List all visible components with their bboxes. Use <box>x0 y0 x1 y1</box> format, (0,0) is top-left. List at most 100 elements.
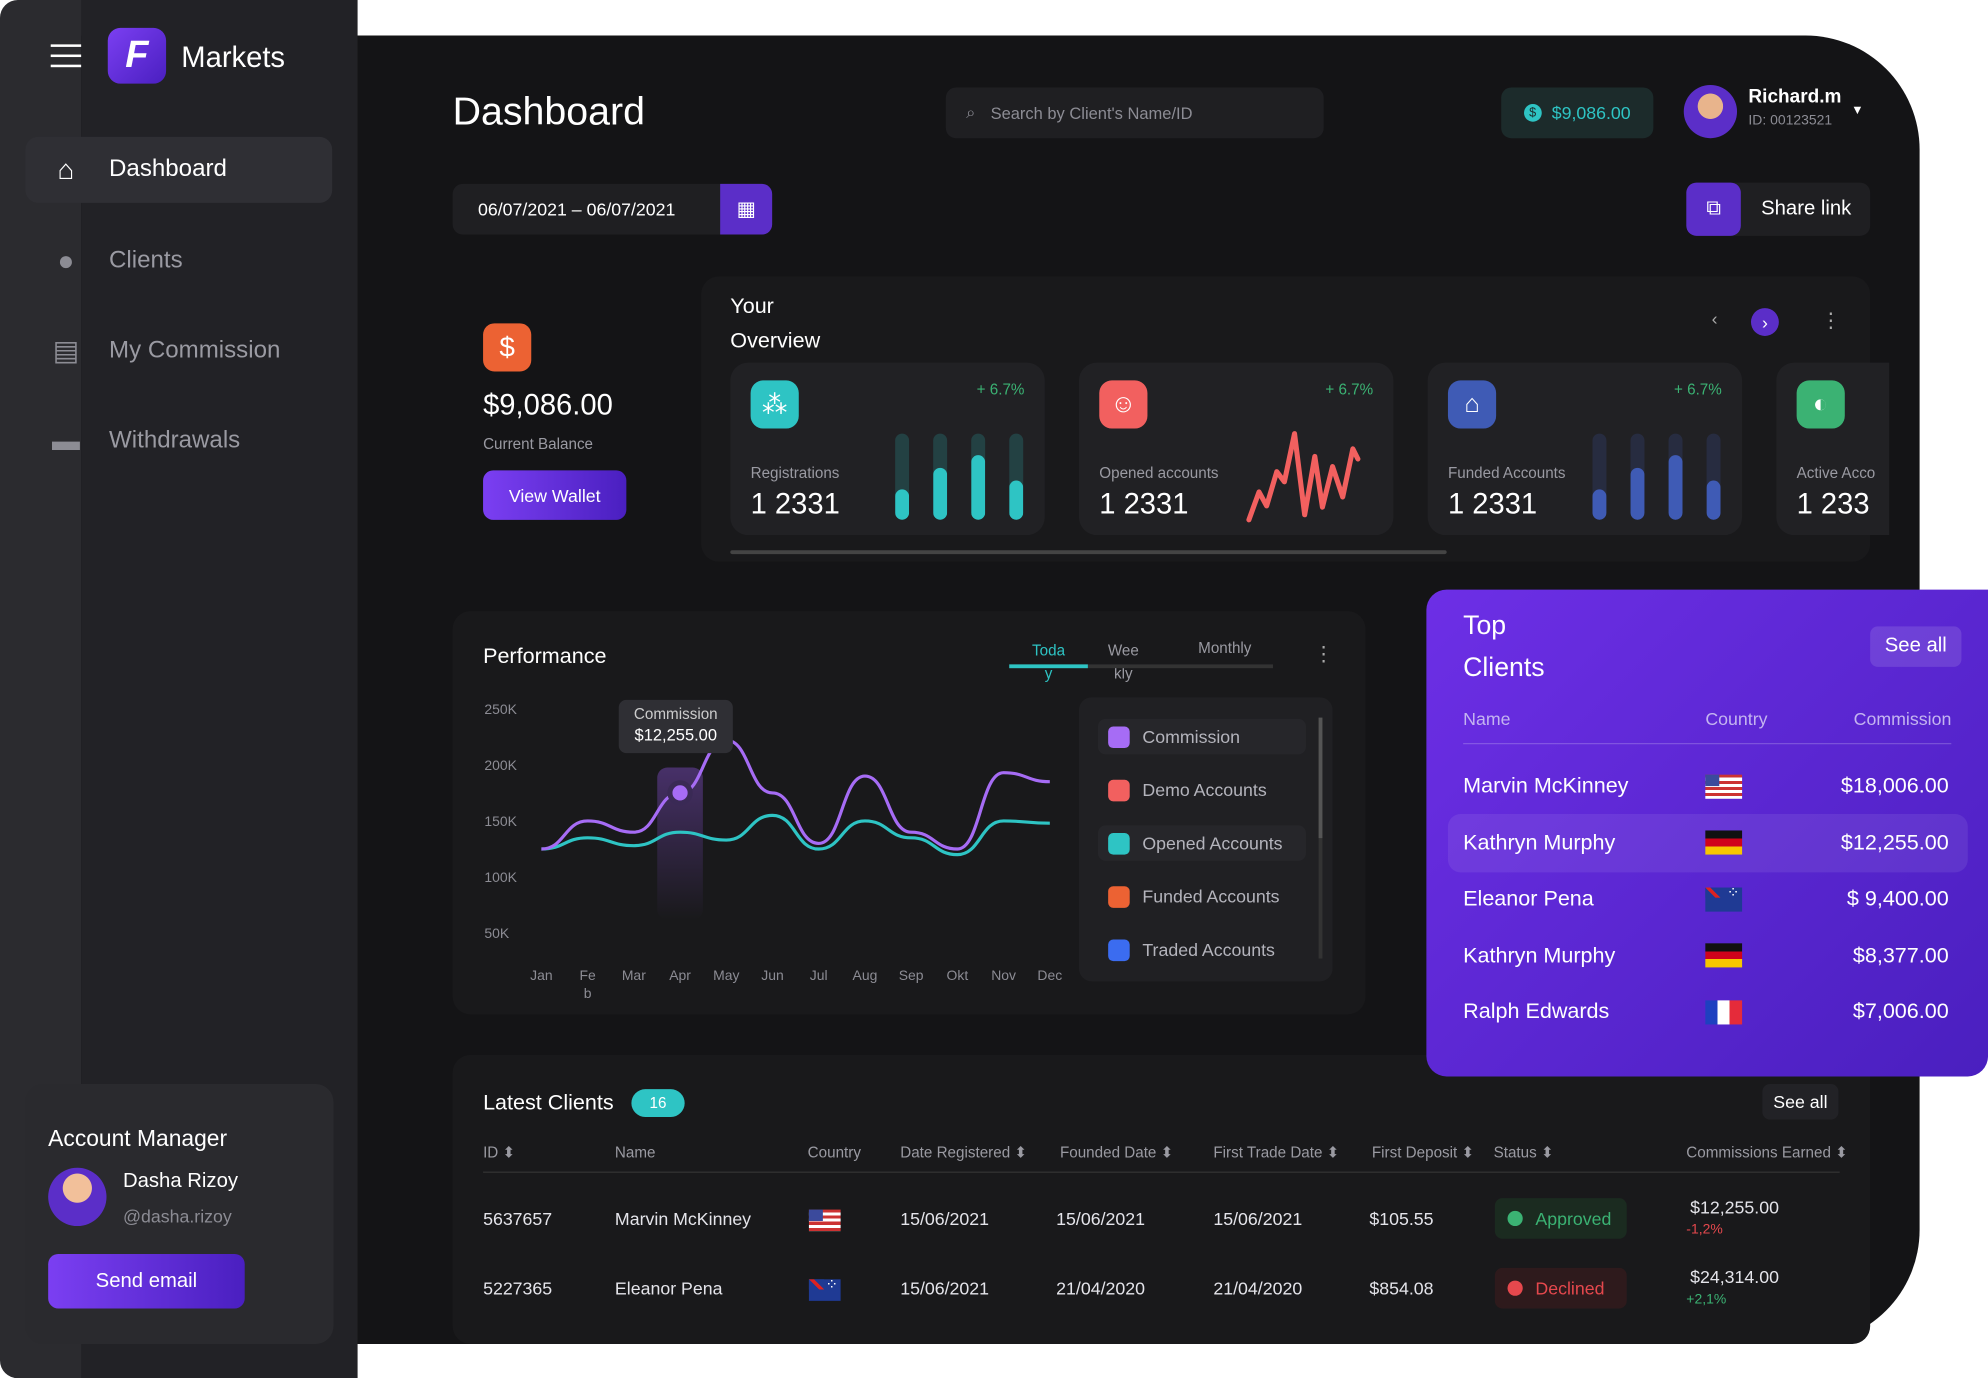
latest-clients-title: Latest Clients <box>483 1090 614 1115</box>
tab-monthly[interactable]: Monthly <box>1179 639 1270 657</box>
legend-item[interactable]: Opened Accounts <box>1098 825 1306 861</box>
legend-item[interactable]: Funded Accounts <box>1098 879 1306 915</box>
x-tick-label: Nov <box>991 967 1016 983</box>
cell-first_trade: 21/04/2020 <box>1213 1278 1303 1299</box>
y-tick-label: 100K <box>484 869 517 885</box>
see-all-button[interactable]: See all <box>1762 1084 1839 1120</box>
legend-item[interactable]: Demo Accounts <box>1098 772 1306 808</box>
tab-today[interactable]: Toda y <box>1009 639 1088 683</box>
overview-card-active-accounts[interactable]: ◐ Active Acco 1 233 <box>1776 362 1890 536</box>
top-clients-see-all-button[interactable]: See all <box>1870 626 1962 667</box>
legend-swatch <box>1108 832 1130 854</box>
cell-first_trade: 15/06/2021 <box>1213 1208 1303 1229</box>
overview-card-registrations[interactable]: ⁂ + 6.7% Registrations 1 2331 <box>730 362 1045 536</box>
top-clients-title-2: Clients <box>1463 652 1545 683</box>
account-manager-card: Account Manager Dasha Rizoy @dasha.rizoy… <box>25 1084 334 1344</box>
flag-icon <box>1705 943 1743 968</box>
y-tick-label: 200K <box>484 757 517 773</box>
client-name: Ralph Edwards <box>1463 999 1610 1024</box>
divider <box>1463 742 1952 745</box>
top-client-row[interactable]: Marvin McKinney $18,006.00 <box>1448 757 1968 815</box>
legend-swatch <box>1108 885 1130 908</box>
flag-icon <box>1705 999 1743 1024</box>
commission: $7,006.00 <box>1852 999 1949 1024</box>
mini-bar <box>933 433 948 520</box>
column-header[interactable]: First Deposit ⬍ <box>1372 1144 1474 1162</box>
performance-title: Performance <box>483 644 607 669</box>
status-badge: Approved <box>1494 1198 1627 1239</box>
column-header[interactable]: First Trade Date ⬍ <box>1213 1144 1339 1162</box>
cell-founded: 15/06/2021 <box>1056 1208 1146 1229</box>
count-badge: 16 <box>631 1089 685 1118</box>
tab-track <box>1009 664 1273 669</box>
label: Opened accounts <box>1099 464 1219 482</box>
x-tick-label: Okt <box>947 967 969 983</box>
commission: $18,006.00 <box>1840 773 1949 798</box>
cell-founded: 21/04/2020 <box>1056 1278 1146 1299</box>
flag-icon <box>1705 830 1743 855</box>
cell-name: Marvin McKinney <box>614 1208 752 1229</box>
column-header[interactable]: Founded Date ⬍ <box>1060 1144 1173 1162</box>
overview-card-opened-accounts[interactable]: ☺ + 6.7% Opened accounts 1 2331 <box>1078 362 1394 536</box>
x-tick-label: Aug <box>853 967 878 983</box>
column-header[interactable]: Country <box>808 1144 861 1162</box>
y-tick-label: 250K <box>484 701 517 717</box>
account-manager-title: Account Manager <box>48 1125 228 1152</box>
label: Active Acco <box>1796 464 1876 482</box>
client-name: Kathryn Murphy <box>1463 942 1616 967</box>
legend-item[interactable]: Traded Accounts <box>1098 932 1306 968</box>
performance-chart: 250K 200K 150K 100K 50K Jan Fe b Mar Apr May Jun Jul… <box>484 701 1062 1001</box>
x-tick-label: Apr <box>669 967 691 983</box>
mini-bar <box>1009 433 1024 520</box>
x-tick-label: Mar <box>622 967 646 983</box>
client-name: Kathryn Murphy <box>1463 829 1616 854</box>
x-tick-label: Jul <box>810 967 828 983</box>
column-header[interactable]: Status ⬍ <box>1494 1144 1554 1162</box>
cell-deposit: $105.55 <box>1369 1208 1434 1229</box>
legend-item[interactable]: Commission <box>1098 718 1306 755</box>
column-header[interactable]: Commissions Earned ⬍ <box>1686 1144 1848 1162</box>
manager-name: Dasha Rizoy <box>122 1170 238 1192</box>
top-client-row[interactable]: Ralph Edwards $7,006.00 <box>1448 983 1968 1041</box>
col-name: Name <box>1463 708 1511 730</box>
cell-name: Eleanor Pena <box>614 1278 723 1299</box>
top-clients-title: Top <box>1463 611 1507 641</box>
x-tick-label: Jun <box>761 967 783 983</box>
overview-card-funded-accounts[interactable]: ⌂ + 6.7% Funded Accounts 1 2331 <box>1427 362 1743 536</box>
mini-bar <box>1668 433 1683 520</box>
change: + 6.7% <box>976 380 1025 399</box>
client-name: Eleanor Pena <box>1463 886 1594 911</box>
column-header[interactable]: ID ⬍ <box>483 1144 515 1162</box>
tooltip-label: Commission <box>633 704 718 723</box>
flag-icon <box>1705 774 1743 799</box>
top-client-row[interactable]: Kathryn Murphy $8,377.00 <box>1448 926 1968 984</box>
mini-bars <box>1592 433 1721 520</box>
legend-swatch <box>1108 779 1130 801</box>
column-header[interactable]: Name <box>615 1144 656 1162</box>
col-country: Country <box>1705 708 1768 730</box>
flag-icon <box>1705 883 1743 911</box>
x-tick-label: Dec <box>1037 967 1062 983</box>
cell-change: +2,1% <box>1686 1291 1727 1308</box>
send-email-button[interactable]: Send email <box>48 1253 245 1309</box>
value: 1 2331 <box>750 486 840 520</box>
label: Registrations <box>750 464 840 482</box>
column-header[interactable]: Date Registered ⬍ <box>900 1144 1027 1162</box>
table-divider <box>483 1171 1840 1173</box>
mini-bar <box>1706 433 1721 520</box>
users-icon: ⁂ <box>750 380 799 429</box>
top-client-row[interactable]: Eleanor Pena $ 9,400.00 <box>1448 870 1968 928</box>
legend-scrollbar[interactable] <box>1318 717 1323 959</box>
legend-swatch <box>1108 725 1130 748</box>
col-commission: Commission <box>1853 708 1952 730</box>
more-icon[interactable]: ⋮ <box>1314 642 1334 667</box>
data-point <box>672 785 688 801</box>
overview-scrollbar[interactable] <box>730 550 1447 555</box>
sparkline <box>1246 431 1361 523</box>
tab-weekly[interactable]: Wee kly <box>1088 639 1159 685</box>
user-check-icon: ☺ <box>1099 380 1148 429</box>
top-client-row[interactable]: Kathryn Murphy $12,255.00 <box>1447 813 1968 872</box>
y-tick-label: 50K <box>484 925 510 941</box>
bank-icon: ⌂ <box>1447 380 1497 429</box>
x-tick-label: May <box>713 967 739 983</box>
